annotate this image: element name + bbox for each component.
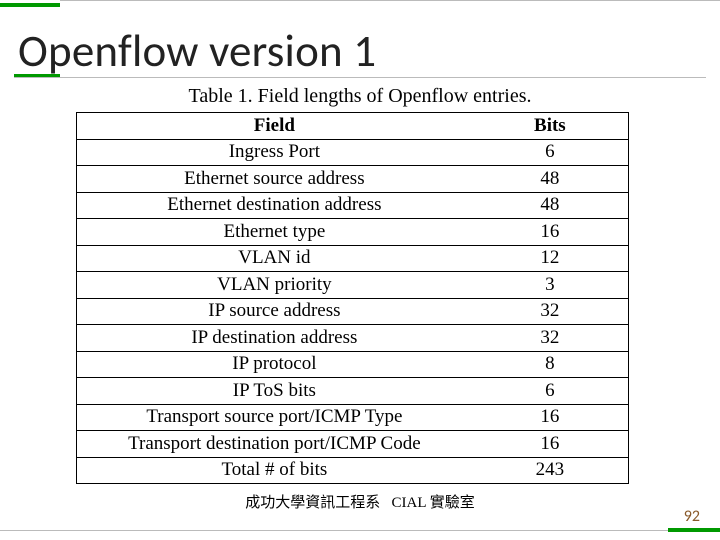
slide: { "title": "Openflow version 1", "captio… <box>0 0 720 540</box>
table-row: IP source address32 <box>77 298 629 325</box>
table-row: IP destination address32 <box>77 325 629 352</box>
decor-line <box>668 528 720 532</box>
cell-bits: 6 <box>472 378 629 405</box>
caption-prefix: Table 1. <box>189 85 253 107</box>
table-row: Transport source port/ICMP Type16 <box>77 404 629 431</box>
cell-bits: 6 <box>472 139 629 166</box>
cell-field: IP protocol <box>77 351 472 378</box>
cell-bits: 3 <box>472 272 629 299</box>
footer-left: 成功大學資訊工程系 <box>245 495 380 511</box>
cell-field: Total # of bits <box>77 457 472 484</box>
cell-bits: 16 <box>472 219 629 246</box>
col-header-field: Field <box>77 113 472 140</box>
table-row: Transport destination port/ICMP Code16 <box>77 431 629 458</box>
cell-field: Transport source port/ICMP Type <box>77 404 472 431</box>
page-title: Openflow version 1 <box>18 24 376 79</box>
table-row: Total # of bits243 <box>77 457 629 484</box>
cell-field: IP source address <box>77 298 472 325</box>
cell-bits: 8 <box>472 351 629 378</box>
table-row: VLAN priority3 <box>77 272 629 299</box>
cell-bits: 16 <box>472 431 629 458</box>
cell-bits: 16 <box>472 404 629 431</box>
cell-field: Ethernet type <box>77 219 472 246</box>
table-row: Ethernet type16 <box>77 219 629 246</box>
cell-bits: 32 <box>472 298 629 325</box>
table-row: Ethernet destination address48 <box>77 192 629 219</box>
table-row: IP ToS bits6 <box>77 378 629 405</box>
openflow-fields-table: Field Bits Ingress Port6 Ethernet source… <box>76 112 629 484</box>
caption-text: Field lengths of Openflow entries. <box>253 85 532 107</box>
cell-bits: 243 <box>472 457 629 484</box>
table-row: Ethernet source address48 <box>77 166 629 193</box>
decor-line <box>60 0 720 1</box>
col-header-bits: Bits <box>472 113 629 140</box>
decor-line <box>0 3 60 7</box>
cell-field: IP ToS bits <box>77 378 472 405</box>
table-row: VLAN id12 <box>77 245 629 272</box>
cell-field: Ethernet destination address <box>77 192 472 219</box>
page-number: 92 <box>684 507 700 526</box>
cell-field: IP destination address <box>77 325 472 352</box>
footer: 成功大學資訊工程系 CIAL 實驗室 <box>0 491 720 512</box>
table-row: IP protocol8 <box>77 351 629 378</box>
cell-field: Ethernet source address <box>77 166 472 193</box>
table-header-row: Field Bits <box>77 113 629 140</box>
cell-bits: 12 <box>472 245 629 272</box>
cell-field: Ingress Port <box>77 139 472 166</box>
cell-field: VLAN id <box>77 245 472 272</box>
decor-line <box>0 530 668 531</box>
table-row: Ingress Port6 <box>77 139 629 166</box>
cell-field: Transport destination port/ICMP Code <box>77 431 472 458</box>
cell-bits: 48 <box>472 166 629 193</box>
cell-bits: 32 <box>472 325 629 352</box>
table-caption: Table 1. Field lengths of Openflow entri… <box>0 85 720 108</box>
cell-field: VLAN priority <box>77 272 472 299</box>
cell-bits: 48 <box>472 192 629 219</box>
footer-right: CIAL 實驗室 <box>392 495 475 511</box>
